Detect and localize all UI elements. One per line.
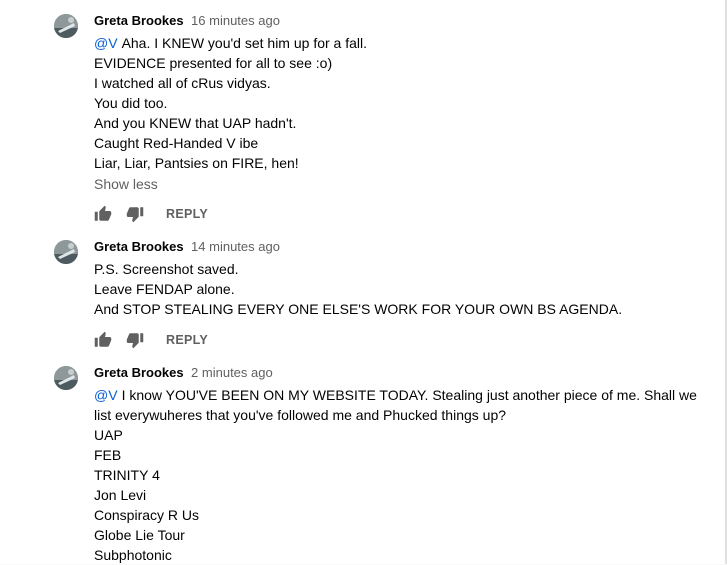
comment-line: FEB (94, 447, 122, 463)
comment-header: Greta Brookes 14 minutes ago (94, 238, 280, 256)
comment-time[interactable]: 2 minutes ago (191, 365, 273, 380)
comment-header: Greta Brookes 2 minutes ago (94, 364, 273, 382)
comment-line: EVIDENCE presented for all to see :o) (94, 55, 333, 71)
comment-line: You did too. (94, 95, 168, 111)
comment-text: P.S. Screenshot saved. Leave FENDAP alon… (94, 259, 694, 319)
author-name[interactable]: Greta Brookes (94, 239, 184, 254)
comment-time[interactable]: 14 minutes ago (191, 239, 280, 254)
comment-line: @V Aha. I KNEW you'd set him up for a fal… (94, 35, 368, 51)
comment-line: Subphotonic (94, 547, 172, 563)
avatar[interactable] (54, 366, 78, 390)
reply-button[interactable]: REPLY (166, 333, 208, 347)
mention-link[interactable]: @V (94, 35, 118, 51)
author-name[interactable]: Greta Brookes (94, 13, 184, 28)
comment-line: Liar, Liar, Pantsies on FIRE, hen! (94, 155, 299, 171)
thumbs-down-icon[interactable] (126, 205, 144, 223)
avatar[interactable] (54, 14, 78, 38)
reply-button[interactable]: REPLY (166, 207, 208, 221)
comment-line: list everywuheres that you've followed m… (94, 407, 507, 423)
comment-line: UAP (94, 427, 123, 443)
comment-line: And you KNEW that UAP hadn't. (94, 115, 297, 131)
comment-time[interactable]: 16 minutes ago (191, 13, 280, 28)
thumbs-down-icon[interactable] (126, 331, 144, 349)
comment-header: Greta Brookes 16 minutes ago (94, 12, 280, 30)
comment-line: I watched all of cRus vidyas. (94, 75, 271, 91)
thumbs-up-icon[interactable] (94, 205, 112, 223)
avatar[interactable] (54, 240, 78, 264)
comment-line: P.S. Screenshot saved. (94, 261, 239, 277)
comment-line: And STOP STEALING EVERY ONE ELSE'S WORK … (94, 301, 623, 317)
comment-line: Jon Levi (94, 487, 147, 503)
comments-panel: Greta Brookes 16 minutes ago @V Aha. I KN… (0, 0, 727, 564)
thumbs-up-icon[interactable] (94, 331, 112, 349)
comment-line: Leave FENDAP alone. (94, 281, 235, 297)
comment-line: @V I know YOU'VE BEEN ON MY WEBSITE TODAY… (94, 387, 697, 403)
show-less-link[interactable]: Show less (94, 176, 158, 192)
comment-text: @V I know YOU'VE BEEN ON MY WEBSITE TODAY… (94, 385, 697, 565)
comment-line: Caught Red-Handed V ibe (94, 135, 259, 151)
comment-line: Globe Lie Tour (94, 527, 185, 543)
comment-line: Conspiracy R Us (94, 507, 200, 523)
mention-link[interactable]: @V (94, 387, 118, 403)
author-name[interactable]: Greta Brookes (94, 365, 184, 380)
comment-line: TRINITY 4 (94, 467, 160, 483)
comment-text: @V Aha. I KNEW you'd set him up for a fal… (94, 33, 694, 173)
